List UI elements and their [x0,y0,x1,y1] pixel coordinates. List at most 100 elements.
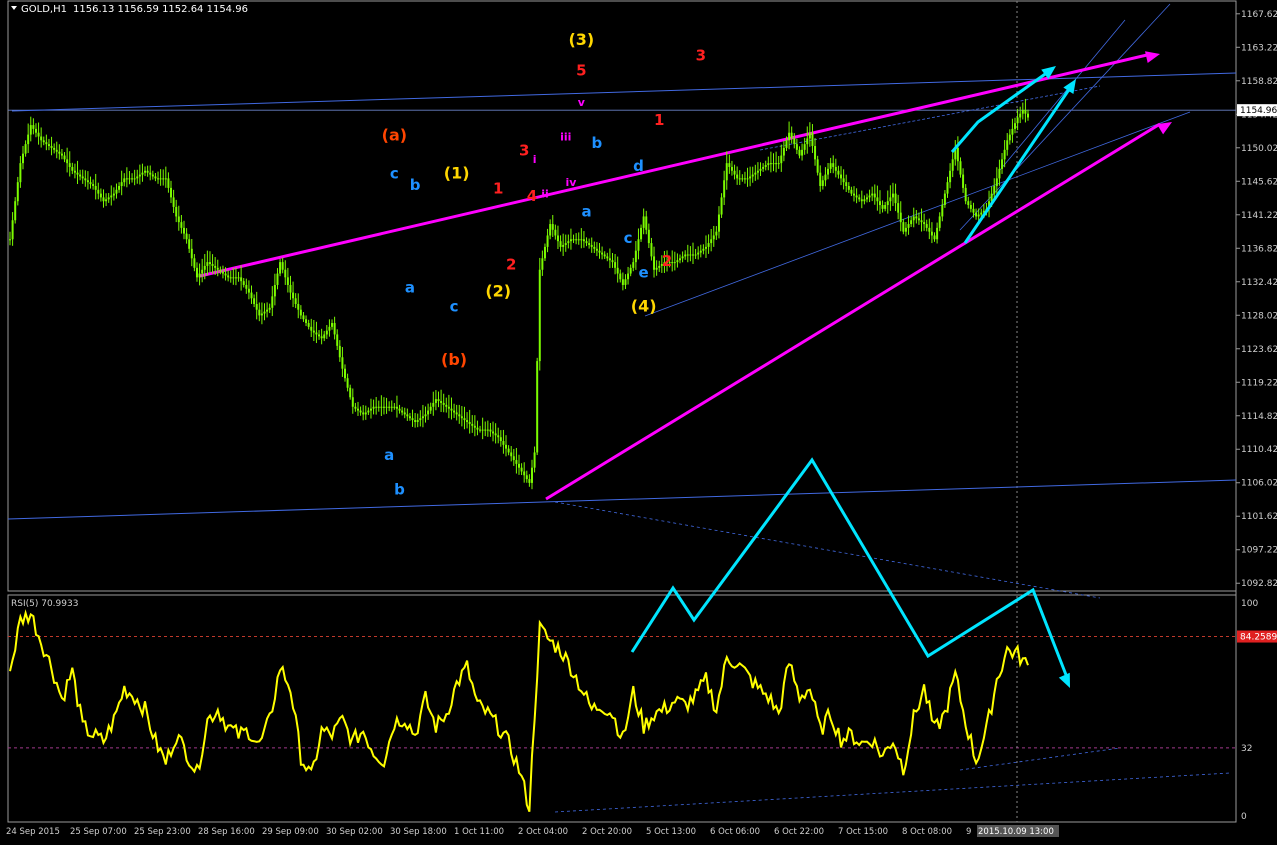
candle-body [691,254,694,256]
candle-body [149,172,152,175]
wave-label: (2) [485,281,511,300]
candle-body [486,429,489,431]
candle-body [53,147,56,150]
candle-body [395,406,398,409]
price-tick-label: 1163.22 [1241,43,1277,53]
candle-body [899,212,902,223]
candle-body [814,146,817,160]
candle-body [1014,123,1017,129]
candle-body [559,241,562,247]
wave-label: 2 [662,252,672,270]
candle-body [141,172,144,175]
candle-body [549,224,552,236]
candle-body [949,170,952,183]
rsi-marker-label: 84.2589 [1240,633,1277,643]
candle-body [473,425,476,428]
candle-body [614,262,617,268]
candle-body [530,467,533,483]
wave-label: 4 [527,187,537,205]
candle-body [427,410,430,415]
candle-body [920,220,923,223]
candle-body [621,279,624,285]
candle-body [499,437,502,442]
candle-body [299,309,302,316]
wave-label: 5 [576,62,586,80]
candle-body [834,166,837,171]
candle-body [185,233,188,240]
candle-body [429,406,432,411]
candle-body [382,406,385,408]
candle-body [655,267,658,270]
candle-body [543,246,546,259]
candle-body [133,178,136,180]
candle-body [520,467,523,472]
chart-canvas[interactable]: GOLD,H1 1156.13 1156.59 1152.64 1154.96 … [0,0,1277,845]
candle-body [364,412,367,415]
candle-body [162,178,165,180]
candle-body [224,273,227,276]
candle-body [447,406,450,409]
candle-body [959,161,962,175]
candle-body [827,168,830,175]
time-tick-label: 25 Sep 23:00 [134,827,191,837]
wave-label: iv [565,176,577,189]
candle-body [590,244,593,247]
candle-body [216,267,219,270]
candle-body [847,185,850,190]
candle-body [811,132,814,147]
candle-body [751,174,754,177]
candle-body [42,140,45,143]
time-tick-label: 28 Sep 16:00 [198,827,255,837]
candle-body [1016,117,1019,124]
candle-body [736,174,739,179]
candle-body [608,258,611,261]
candle-body [808,132,811,139]
candle-body [863,199,866,202]
candle-body [962,174,965,188]
candle-body [956,147,959,162]
candle-body [331,323,334,327]
candle-body [536,361,539,453]
time-tick-label: 6 Oct 06:00 [710,827,760,837]
candle-body [406,414,409,417]
candle-body [728,163,731,167]
candle-body [972,208,975,213]
wave-label: d [633,157,644,175]
candle-body [850,189,853,194]
candle-body [936,227,939,240]
rsi-tick-label: 0 [1241,812,1247,822]
candle-body [993,185,996,194]
candle-body [912,216,915,221]
candle-body [699,250,702,253]
candle-body [416,420,419,422]
candle-body [577,239,580,241]
candle-body [463,418,466,421]
candle-body [627,273,630,280]
candle-body [136,176,139,179]
candle-body [414,420,417,422]
candle-body [575,239,578,241]
candle-body [525,475,528,480]
candle-body [995,178,998,186]
candle-body [790,132,793,139]
candle-body [260,313,263,316]
candle-body [110,195,113,198]
candle-body [704,246,707,249]
candle-body [297,303,300,310]
candle-body [886,201,889,206]
candle-body [746,178,749,180]
candle-body [871,193,874,196]
candle-body [128,178,131,180]
candle-body [772,163,775,165]
candle-body [938,216,941,228]
candle-body [294,298,297,304]
time-tick-label: 30 Sep 02:00 [326,827,383,837]
candle-body [125,178,128,180]
candle-body [349,387,352,398]
candle-body [195,267,198,278]
candle-body [917,218,920,221]
candle-body [554,229,557,236]
candle-body [964,187,967,202]
rsi-tick-label: 100 [1241,599,1258,609]
candle-body [741,178,744,180]
